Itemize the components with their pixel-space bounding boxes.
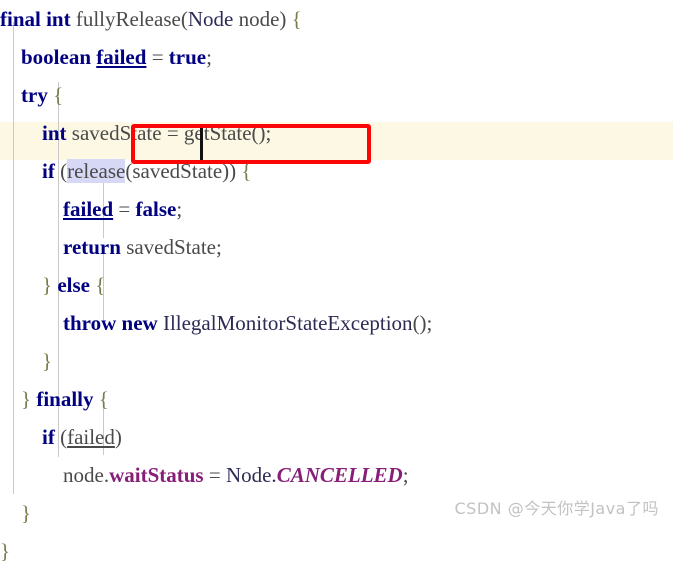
code-token: failed bbox=[63, 197, 114, 221]
code-token: node. bbox=[63, 463, 110, 487]
code-token: CANCELLED bbox=[276, 463, 403, 487]
code-line[interactable]: boolean failed = true; bbox=[0, 38, 673, 76]
code-line[interactable]: try { bbox=[0, 76, 673, 114]
code-token: { bbox=[236, 159, 252, 183]
code-token: ) bbox=[114, 425, 122, 449]
code-token: } bbox=[0, 539, 11, 563]
csdn-watermark: CSDN @今天你学Java了吗 bbox=[454, 499, 659, 518]
code-token: = bbox=[203, 463, 226, 487]
code-token: savedState = getState(); bbox=[66, 121, 272, 145]
code-line[interactable]: } finally { bbox=[0, 380, 673, 418]
code-token: finally bbox=[36, 387, 94, 411]
code-token: fullyRelease bbox=[75, 7, 181, 31]
code-token: { bbox=[90, 273, 106, 297]
code-token: { bbox=[47, 83, 64, 107]
code-line[interactable]: if (release(savedState)) { bbox=[0, 152, 673, 190]
code-editor-screenshot: final int fullyRelease(Node node) { bool… bbox=[0, 0, 673, 563]
code-line[interactable]: throw new IllegalMonitorStateException()… bbox=[0, 304, 673, 342]
code-token: return bbox=[63, 235, 121, 259]
code-token: { bbox=[286, 7, 302, 31]
code-token: } bbox=[21, 501, 32, 525]
code-token: = bbox=[113, 197, 136, 221]
code-line[interactable]: node.waitStatus = Node.CANCELLED; bbox=[0, 456, 673, 494]
code-line[interactable]: if (failed) bbox=[0, 418, 673, 456]
code-token: Node bbox=[187, 7, 234, 31]
code-line[interactable]: return savedState; bbox=[0, 228, 673, 266]
text-caret bbox=[200, 128, 203, 160]
code-token: throw bbox=[63, 311, 117, 335]
code-token: failed bbox=[96, 45, 147, 69]
code-token: } bbox=[42, 349, 53, 373]
code-token: true bbox=[168, 45, 207, 69]
code-line[interactable]: final int fullyRelease(Node node) { bbox=[0, 0, 673, 38]
code-token: final bbox=[0, 7, 41, 31]
code-text-layer[interactable]: final int fullyRelease(Node node) { bool… bbox=[0, 0, 673, 563]
code-token: (); bbox=[412, 311, 433, 335]
code-token: waitStatus bbox=[109, 463, 204, 487]
code-token: boolean bbox=[21, 45, 92, 69]
code-token: ; bbox=[176, 197, 183, 221]
code-line[interactable]: } else { bbox=[0, 266, 673, 304]
code-token: try bbox=[21, 83, 48, 107]
code-token: (savedState)) bbox=[125, 159, 237, 183]
code-token: if bbox=[42, 159, 55, 183]
code-token: } bbox=[42, 273, 53, 297]
code-token: if bbox=[42, 425, 55, 449]
code-token: ( bbox=[180, 7, 188, 31]
code-token: else bbox=[57, 273, 90, 297]
code-token: false bbox=[135, 197, 177, 221]
code-token: failed bbox=[67, 425, 115, 449]
code-line[interactable]: } bbox=[0, 532, 673, 570]
code-token: { bbox=[93, 387, 109, 411]
code-token: } bbox=[21, 387, 32, 411]
code-token: int bbox=[42, 121, 67, 145]
code-token: Node. bbox=[225, 463, 277, 487]
code-line[interactable]: failed = false; bbox=[0, 190, 673, 228]
code-token: new bbox=[121, 311, 158, 335]
code-token: ( bbox=[54, 425, 68, 449]
code-token: savedState; bbox=[120, 235, 222, 259]
code-token: ; bbox=[206, 45, 212, 69]
code-token: int bbox=[46, 7, 71, 31]
code-token: release bbox=[67, 159, 126, 183]
code-token: node) bbox=[233, 7, 287, 31]
code-token: IllegalMonitorStateException bbox=[162, 311, 413, 335]
code-token: = bbox=[146, 45, 169, 69]
code-line[interactable]: int savedState = getState(); bbox=[0, 114, 673, 152]
code-line[interactable]: } bbox=[0, 342, 673, 380]
code-token: ; bbox=[402, 463, 409, 487]
